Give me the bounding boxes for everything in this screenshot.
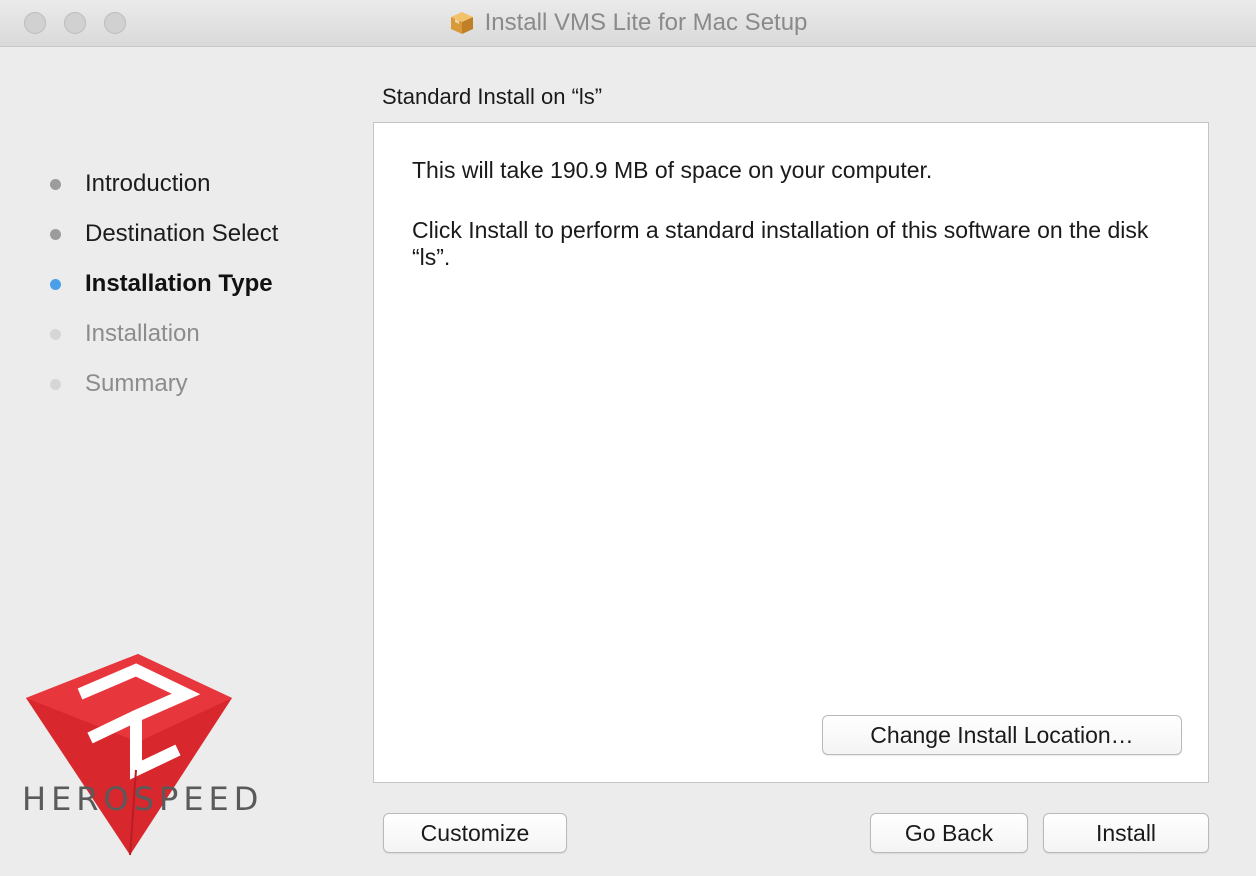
change-install-location-button[interactable]: Change Install Location… <box>822 715 1182 755</box>
brand-logo-text: HEROSPEED <box>22 780 264 818</box>
title-bar[interactable]: Install VMS Lite for Mac Setup <box>0 0 1256 47</box>
step-label: Installation <box>85 320 200 347</box>
step-label: Installation Type <box>85 270 273 297</box>
step-indicator-dot <box>50 228 61 240</box>
step-installation: Installation <box>50 319 200 349</box>
step-destination-select: Destination Select <box>50 219 278 249</box>
install-button[interactable]: Install <box>1043 813 1209 853</box>
step-installation-type: Installation Type <box>50 269 273 299</box>
install-description-text: Click Install to perform a standard inst… <box>412 217 1149 270</box>
step-summary: Summary <box>50 369 188 399</box>
step-indicator-dot <box>50 328 61 340</box>
step-introduction: Introduction <box>50 169 210 199</box>
step-indicator-dot <box>50 378 61 390</box>
step-indicator-dot <box>50 278 61 290</box>
go-back-button[interactable]: Go Back <box>870 813 1028 853</box>
space-required-text: This will take 190.9 MB of space on your… <box>412 157 933 183</box>
section-title: Standard Install on “ls” <box>382 84 603 109</box>
package-icon <box>449 10 475 36</box>
content-pane: This will take 190.9 MB of space on your… <box>373 122 1209 783</box>
window-title: Install VMS Lite for Mac Setup <box>484 9 808 36</box>
installer-window: Install VMS Lite for Mac Setup Introduct… <box>0 0 1256 876</box>
window-title-group: Install VMS Lite for Mac Setup <box>0 0 1256 46</box>
customize-button[interactable]: Customize <box>383 813 567 853</box>
herospeed-logo-icon <box>18 650 258 860</box>
step-label: Introduction <box>85 170 211 197</box>
step-label: Destination Select <box>85 220 279 247</box>
step-label: Summary <box>85 370 188 397</box>
step-indicator-dot <box>50 178 61 190</box>
